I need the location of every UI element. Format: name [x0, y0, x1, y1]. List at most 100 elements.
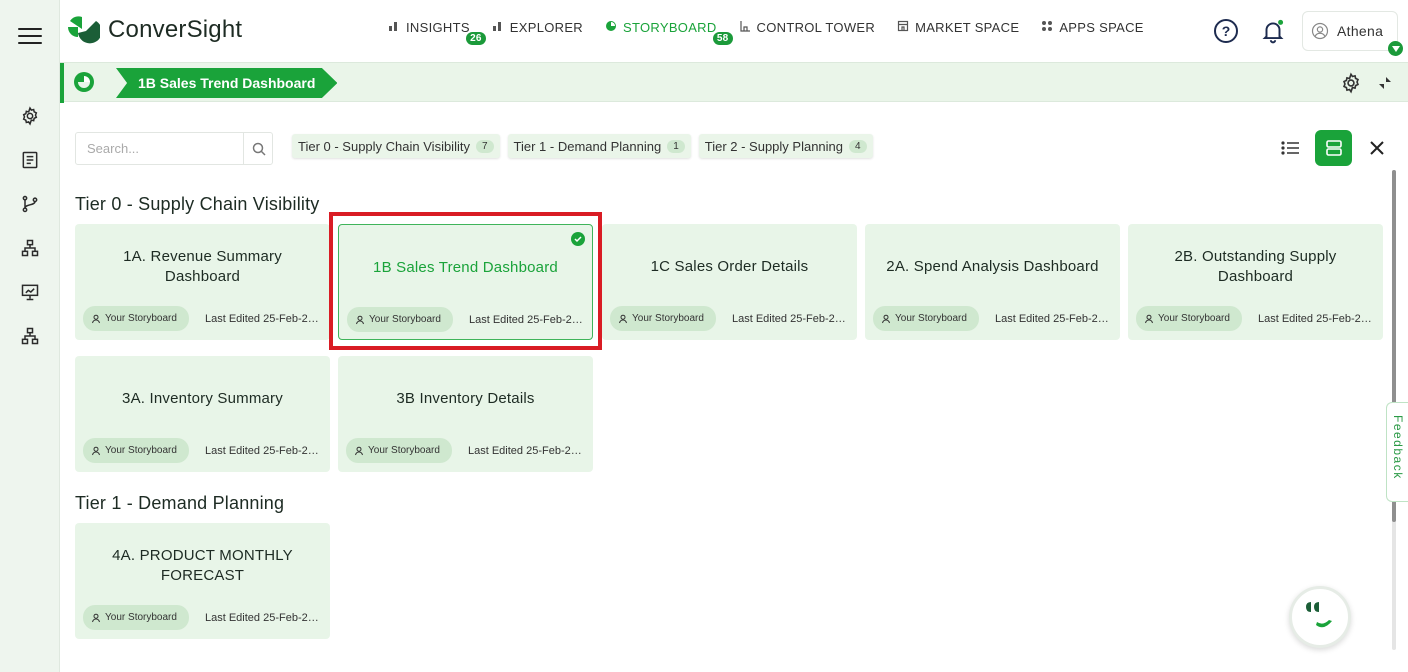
- card-view-button[interactable]: [1315, 130, 1352, 166]
- owner-label: Your Storyboard: [105, 313, 177, 324]
- user-icon: [882, 314, 890, 323]
- feedback-tab[interactable]: Feedback: [1386, 402, 1408, 502]
- storyboard-card[interactable]: 4A. PRODUCT MONTHLY FORECAST Your Storyb…: [75, 523, 330, 639]
- search-input[interactable]: [76, 133, 242, 164]
- nav-count-badge: 26: [466, 32, 486, 45]
- card-title: 1A. Revenue Summary Dashboard: [123, 248, 282, 285]
- user-icon: [355, 446, 363, 455]
- close-icon[interactable]: [1368, 139, 1386, 157]
- nav-label: STORYBOARD: [623, 20, 717, 35]
- storyboard-card[interactable]: 3B Inventory Details Your Storyboard Las…: [338, 356, 593, 472]
- user-icon: [356, 315, 364, 324]
- owner-label: Your Storyboard: [368, 445, 440, 456]
- filter-chip-label: Tier 0 - Supply Chain Visibility: [298, 138, 470, 154]
- report-icon[interactable]: [18, 148, 42, 172]
- filter-chip-label: Tier 1 - Demand Planning: [513, 138, 662, 154]
- last-edited: Last Edited 25-Feb-2025: [205, 445, 320, 457]
- apps-grid-icon: [1041, 20, 1053, 35]
- storyboard-card[interactable]: 3A. Inventory Summary Your Storyboard La…: [75, 356, 330, 472]
- gear-icon[interactable]: [1340, 72, 1362, 94]
- owner-badge: Your Storyboard: [83, 306, 189, 331]
- section-title: Tier 1 - Demand Planning: [75, 493, 285, 513]
- logo[interactable]: ConverSight: [66, 13, 242, 47]
- owner-label: Your Storyboard: [105, 612, 177, 623]
- filter-chip-count: 4: [849, 139, 867, 153]
- org-chart-icon[interactable]: [18, 324, 42, 348]
- owner-badge: Your Storyboard: [610, 306, 716, 331]
- breadcrumb-accent: [60, 63, 64, 103]
- nav-label: EXPLORER: [509, 20, 583, 35]
- owner-badge: Your Storyboard: [346, 438, 452, 463]
- brand-name: ConverSight: [108, 16, 243, 43]
- search-divider: [243, 133, 244, 164]
- card-title: 2A. Spend Analysis Dashboard: [886, 258, 1099, 275]
- search-box: [75, 132, 273, 165]
- bar-chart-icon: [388, 20, 400, 35]
- list-view-icon[interactable]: [1280, 138, 1302, 158]
- nav-label: CONTROL TOWER: [756, 20, 876, 35]
- breadcrumb: 1B Sales Trend Dashboard: [60, 62, 1408, 103]
- card-view-icon: [1325, 140, 1342, 156]
- card-title: 3A. Inventory Summary: [122, 390, 283, 407]
- nav-label: INSIGHTS: [406, 20, 470, 35]
- filter-chip-count: 1: [667, 139, 685, 153]
- user-menu[interactable]: Athena: [1302, 11, 1403, 56]
- storyboard-card[interactable]: 1B Sales Trend Dashboard Your Storyboard…: [338, 224, 593, 340]
- card-title: 1C Sales Order Details: [650, 258, 809, 275]
- owner-label: Your Storyboard: [895, 313, 967, 324]
- chevron-down-icon[interactable]: [1388, 41, 1403, 56]
- nav-storyboard[interactable]: STORYBOARD 58: [605, 20, 733, 45]
- owner-badge: Your Storyboard: [1136, 306, 1242, 331]
- nav-apps-space[interactable]: APPS SPACE: [1041, 20, 1143, 35]
- filter-chip[interactable]: Tier 0 - Supply Chain Visibility 7: [292, 134, 500, 158]
- nav-label: APPS SPACE: [1059, 20, 1144, 35]
- storyboard-card[interactable]: 2A. Spend Analysis Dashboard Your Storyb…: [865, 224, 1120, 340]
- collapse-icon[interactable]: [1376, 74, 1394, 92]
- user-name: Athena: [1337, 23, 1384, 39]
- breadcrumb-current[interactable]: 1B Sales Trend Dashboard: [116, 68, 338, 98]
- check-icon: [571, 232, 585, 246]
- user-icon: [1145, 314, 1153, 323]
- user-icon: [92, 446, 100, 455]
- branch-icon[interactable]: [18, 192, 42, 216]
- last-edited: Last Edited 25-Feb-2025: [1258, 313, 1373, 325]
- hierarchy-icon[interactable]: [18, 236, 42, 260]
- owner-label: Your Storyboard: [369, 314, 441, 325]
- store-icon: [897, 20, 909, 35]
- filter-chip[interactable]: Tier 2 - Supply Planning 4: [698, 134, 873, 158]
- nav-control-tower[interactable]: CONTROL TOWER: [739, 20, 876, 35]
- last-edited: Last Edited 25-Feb-2025: [469, 314, 584, 326]
- nav-explorer[interactable]: EXPLORER: [492, 20, 583, 35]
- card-title: 1B Sales Trend Dashboard: [373, 259, 558, 276]
- filter-chip-label: Tier 2 - Supply Planning: [704, 138, 844, 154]
- card-title: 4A. PRODUCT MONTHLY FORECAST: [112, 547, 293, 584]
- search-icon[interactable]: [251, 141, 267, 157]
- pie-chart-icon: [605, 20, 617, 35]
- storyboard-home-icon[interactable]: [74, 72, 94, 92]
- section-title: Tier 0 - Supply Chain Visibility: [75, 194, 320, 214]
- storyboard-card[interactable]: 2B. Outstanding Supply Dashboard Your St…: [1128, 224, 1383, 340]
- user-avatar-icon: [1311, 22, 1329, 40]
- last-edited: Last Edited 25-Feb-2025: [205, 612, 320, 624]
- bell-icon[interactable]: [1260, 18, 1286, 44]
- help-icon[interactable]: ?: [1214, 19, 1238, 43]
- presentation-icon[interactable]: [18, 280, 42, 304]
- filter-chip[interactable]: Tier 1 - Demand Planning 1: [507, 134, 691, 158]
- chatbot-icon[interactable]: [1289, 586, 1351, 648]
- main-nav: INSIGHTS 26 EXPLORER STORYBOARD 58 CONTROL TO…: [388, 20, 1144, 45]
- owner-label: Your Storyboard: [1158, 313, 1230, 324]
- storyboard-card[interactable]: 1C Sales Order Details Your Storyboard L…: [602, 224, 857, 340]
- nav-insights[interactable]: INSIGHTS 26: [388, 20, 486, 45]
- nav-market-space[interactable]: MARKET SPACE: [897, 20, 1019, 35]
- storyboard-card[interactable]: 1A. Revenue Summary Dashboard Your Story…: [75, 224, 330, 340]
- left-rail: [0, 0, 60, 672]
- user-icon: [92, 314, 100, 323]
- owner-label: Your Storyboard: [105, 445, 177, 456]
- user-icon: [619, 314, 627, 323]
- feedback-label: Feedback: [1391, 415, 1405, 480]
- menu-icon[interactable]: [18, 24, 42, 46]
- logo-mark-icon: [68, 16, 100, 44]
- filter-chips: Tier 0 - Supply Chain Visibility 7 Tier 1 …: [292, 134, 873, 158]
- settings-icon[interactable]: [18, 104, 42, 128]
- card-title: 2B. Outstanding Supply Dashboard: [1174, 248, 1337, 285]
